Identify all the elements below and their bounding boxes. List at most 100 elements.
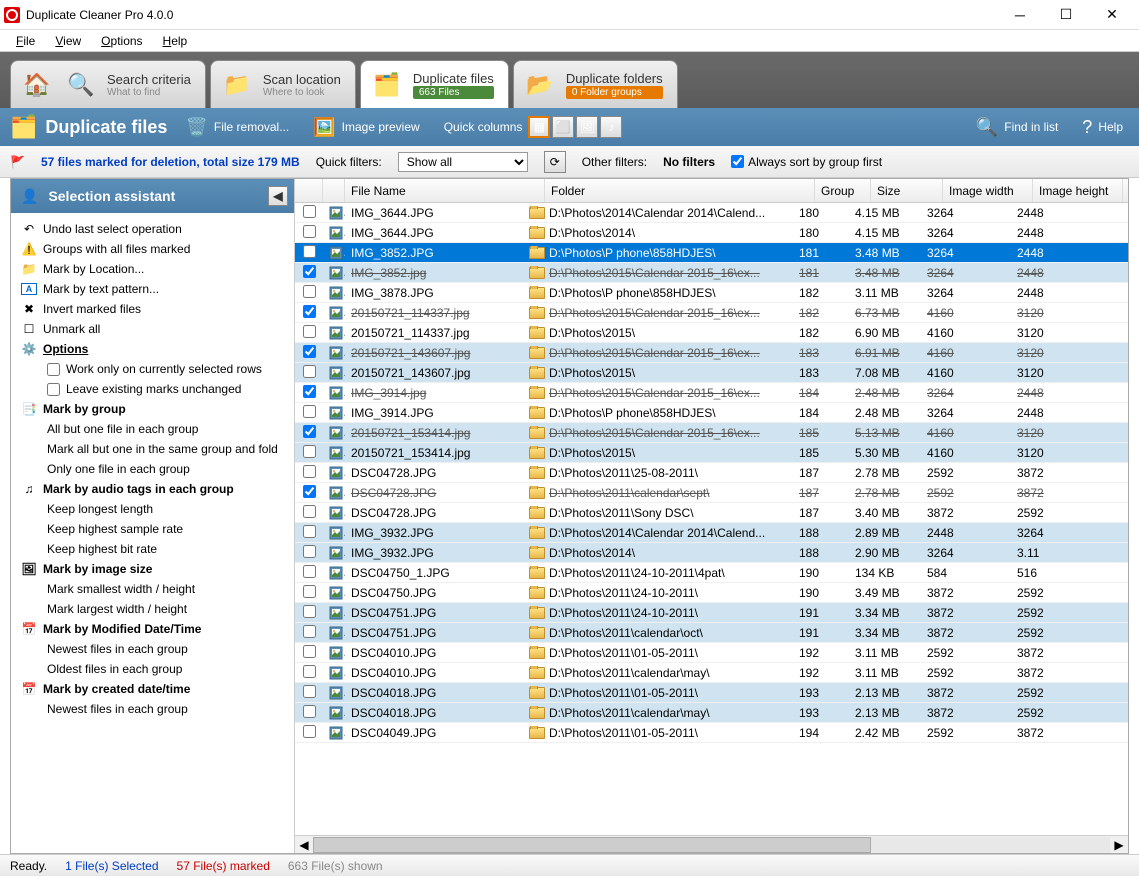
file-removal-button[interactable]: 🗑️ File removal...	[179, 115, 295, 140]
table-row[interactable]: DSC04750_1.JPGD:\Photos\2011\24-10-2011\…	[295, 563, 1128, 583]
table-row[interactable]: 20150721_153414.jpgD:\Photos\2015\1855.3…	[295, 443, 1128, 463]
row-checkbox[interactable]	[295, 245, 323, 261]
row-checkbox[interactable]	[295, 565, 323, 581]
column-image-height[interactable]: Image height	[1033, 179, 1123, 202]
table-row[interactable]: IMG_3932.JPGD:\Photos\2014\Calendar 2014…	[295, 523, 1128, 543]
tab-search-criteria[interactable]: 🏠 🔍 Search criteria What to find	[10, 60, 206, 108]
table-row[interactable]: 20150721_143607.jpgD:\Photos\2015\Calend…	[295, 343, 1128, 363]
newest-created-item[interactable]: Newest files in each group	[11, 699, 294, 719]
find-in-list-button[interactable]: 🔍 Find in list	[970, 115, 1064, 140]
groups-all-marked-item[interactable]: ⚠️Groups with all files marked	[11, 239, 294, 259]
keep-sample-item[interactable]: Keep highest sample rate	[11, 519, 294, 539]
quick-col-grid-button[interactable]: ▦	[528, 116, 550, 138]
undo-select-item[interactable]: ↶Undo last select operation	[11, 219, 294, 239]
row-checkbox[interactable]	[295, 645, 323, 661]
row-checkbox[interactable]	[295, 665, 323, 681]
table-row[interactable]: 20150721_153414.jpgD:\Photos\2015\Calend…	[295, 423, 1128, 443]
only-one-item[interactable]: Only one file in each group	[11, 459, 294, 479]
table-row[interactable]: IMG_3852.jpgD:\Photos\2015\Calendar 2015…	[295, 263, 1128, 283]
row-checkbox[interactable]	[295, 545, 323, 561]
row-checkbox[interactable]	[295, 625, 323, 641]
row-checkbox[interactable]	[295, 425, 323, 441]
newest-modified-item[interactable]: Newest files in each group	[11, 639, 294, 659]
table-row[interactable]: 20150721_114337.jpgD:\Photos\2015\Calend…	[295, 303, 1128, 323]
keep-bitrate-item[interactable]: Keep highest bit rate	[11, 539, 294, 559]
always-sort-checkbox[interactable]: Always sort by group first	[731, 155, 882, 169]
table-row[interactable]: DSC04049.JPGD:\Photos\2011\01-05-2011\19…	[295, 723, 1128, 743]
quick-col-audio-button[interactable]: ♪	[600, 116, 622, 138]
refresh-filter-button[interactable]: ⟳	[544, 151, 566, 173]
quick-filter-select[interactable]: Show all	[398, 152, 528, 172]
column-icon[interactable]	[323, 179, 345, 202]
row-checkbox[interactable]	[295, 225, 323, 241]
table-row[interactable]: DSC04751.JPGD:\Photos\2011\24-10-2011\19…	[295, 603, 1128, 623]
table-row[interactable]: DSC04010.JPGD:\Photos\2011\calendar\may\…	[295, 663, 1128, 683]
table-row[interactable]: DSC04751.JPGD:\Photos\2011\calendar\oct\…	[295, 623, 1128, 643]
oldest-modified-item[interactable]: Oldest files in each group	[11, 659, 294, 679]
table-row[interactable]: IMG_3878.JPGD:\Photos\P phone\858HDJES\1…	[295, 283, 1128, 303]
row-checkbox[interactable]	[295, 465, 323, 481]
collapse-sidebar-button[interactable]: ◀	[268, 186, 288, 206]
quick-col-window-button[interactable]: ⬜	[552, 116, 574, 138]
all-but-one-item[interactable]: All but one file in each group	[11, 419, 294, 439]
table-row[interactable]: 20150721_114337.jpgD:\Photos\2015\1826.9…	[295, 323, 1128, 343]
column-file-name[interactable]: File Name	[345, 179, 545, 202]
unmark-all-item[interactable]: ☐Unmark all	[11, 319, 294, 339]
row-checkbox[interactable]	[295, 385, 323, 401]
table-row[interactable]: DSC04018.JPGD:\Photos\2011\calendar\may\…	[295, 703, 1128, 723]
table-row[interactable]: DSC04010.JPGD:\Photos\2011\01-05-2011\19…	[295, 643, 1128, 663]
table-row[interactable]: IMG_3914.JPGD:\Photos\P phone\858HDJES\1…	[295, 403, 1128, 423]
horizontal-scrollbar[interactable]: ◀ ▶	[295, 835, 1128, 853]
row-checkbox[interactable]	[295, 685, 323, 701]
row-checkbox[interactable]	[295, 725, 323, 741]
column-checkbox[interactable]	[295, 179, 323, 202]
table-row[interactable]: 20150721_143607.jpgD:\Photos\2015\1837.0…	[295, 363, 1128, 383]
image-preview-button[interactable]: 🖼️ Image preview	[307, 115, 425, 140]
table-row[interactable]: IMG_3932.JPGD:\Photos\2014\1882.90 MB326…	[295, 543, 1128, 563]
row-checkbox[interactable]	[295, 445, 323, 461]
close-button[interactable]: ✕	[1089, 0, 1135, 30]
row-checkbox[interactable]	[295, 345, 323, 361]
table-row[interactable]: IMG_3644.JPGD:\Photos\2014\Calendar 2014…	[295, 203, 1128, 223]
largest-wh-item[interactable]: Mark largest width / height	[11, 599, 294, 619]
row-checkbox[interactable]	[295, 705, 323, 721]
tab-scan-location[interactable]: 📁 Scan location Where to look	[210, 60, 356, 108]
maximize-button[interactable]: ☐	[1043, 0, 1089, 30]
row-checkbox[interactable]	[295, 265, 323, 281]
mark-by-text-pattern-item[interactable]: AMark by text pattern...	[11, 279, 294, 299]
quick-col-image-button[interactable]: 🖼	[576, 116, 598, 138]
column-image-width[interactable]: Image width	[943, 179, 1033, 202]
invert-marked-item[interactable]: ✖Invert marked files	[11, 299, 294, 319]
work-only-option[interactable]: Work only on currently selected rows	[11, 359, 294, 379]
row-checkbox[interactable]	[295, 585, 323, 601]
row-checkbox[interactable]	[295, 205, 323, 221]
help-button[interactable]: ? Help	[1076, 115, 1129, 140]
table-row[interactable]: IMG_3852.JPGD:\Photos\P phone\858HDJES\1…	[295, 243, 1128, 263]
column-folder[interactable]: Folder	[545, 179, 815, 202]
table-row[interactable]: IMG_3644.JPGD:\Photos\2014\1804.15 MB326…	[295, 223, 1128, 243]
minimize-button[interactable]: ─	[997, 0, 1043, 30]
column-size[interactable]: Size	[871, 179, 943, 202]
table-row[interactable]: DSC04728.JPGD:\Photos\2011\25-08-2011\18…	[295, 463, 1128, 483]
row-checkbox[interactable]	[295, 325, 323, 341]
row-checkbox[interactable]	[295, 405, 323, 421]
table-row[interactable]: IMG_3914.jpgD:\Photos\2015\Calendar 2015…	[295, 383, 1128, 403]
row-checkbox[interactable]	[295, 505, 323, 521]
row-checkbox[interactable]	[295, 285, 323, 301]
tab-duplicate-folders[interactable]: 📂 Duplicate folders 0 Folder groups	[513, 60, 678, 108]
leave-marks-option[interactable]: Leave existing marks unchanged	[11, 379, 294, 399]
table-row[interactable]: DSC04728.JPGD:\Photos\2011\calendar\sept…	[295, 483, 1128, 503]
table-body[interactable]: IMG_3644.JPGD:\Photos\2014\Calendar 2014…	[295, 203, 1128, 835]
all-but-one-same-item[interactable]: Mark all but one in the same group and f…	[11, 439, 294, 459]
tab-duplicate-files[interactable]: 🗂️ Duplicate files 663 Files	[360, 60, 509, 108]
keep-longest-item[interactable]: Keep longest length	[11, 499, 294, 519]
smallest-wh-item[interactable]: Mark smallest width / height	[11, 579, 294, 599]
row-checkbox[interactable]	[295, 605, 323, 621]
menu-help[interactable]: Help	[155, 32, 196, 50]
menu-options[interactable]: Options	[93, 32, 150, 50]
row-checkbox[interactable]	[295, 305, 323, 321]
menu-file[interactable]: File	[8, 32, 43, 50]
column-group[interactable]: Group	[815, 179, 871, 202]
row-checkbox[interactable]	[295, 365, 323, 381]
row-checkbox[interactable]	[295, 485, 323, 501]
